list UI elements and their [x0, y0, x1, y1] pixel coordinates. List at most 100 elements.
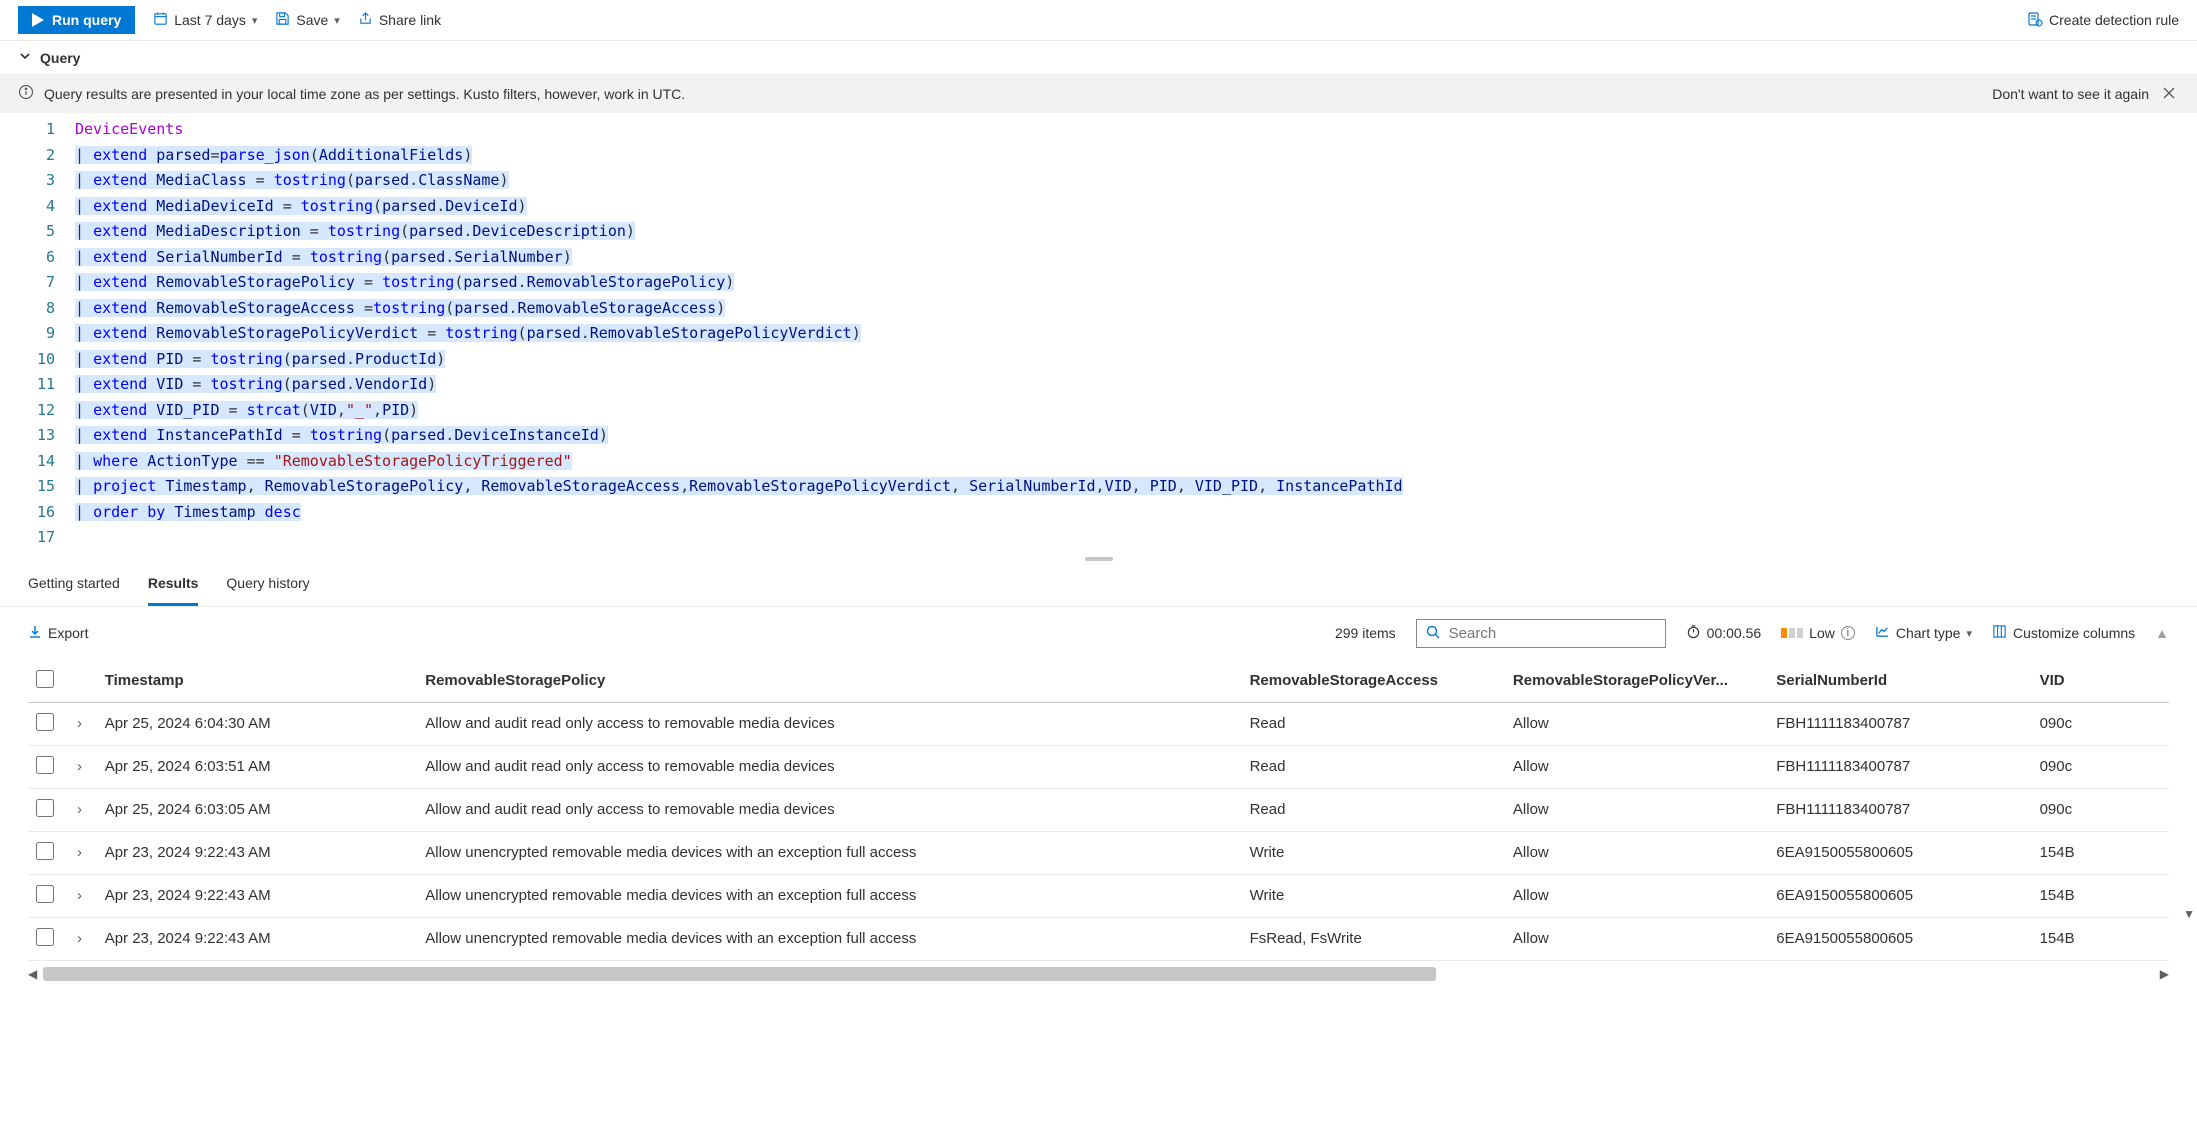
- scroll-left-icon[interactable]: ◀: [28, 967, 37, 981]
- code-content[interactable]: | extend VID = tostring(parsed.VendorId): [75, 372, 436, 398]
- code-content[interactable]: | extend MediaDeviceId = tostring(parsed…: [75, 194, 527, 220]
- cell-timestamp: Apr 23, 2024 9:22:43 AM: [97, 917, 418, 960]
- results-table-wrap: ▼ Timestamp RemovableStoragePolicy Remov…: [0, 660, 2197, 961]
- info-dismiss-link[interactable]: Don't want to see it again: [1992, 86, 2149, 102]
- editor-line[interactable]: 16| order by Timestamp desc: [0, 500, 2197, 526]
- col-serial[interactable]: SerialNumberId: [1768, 660, 2031, 703]
- code-content[interactable]: | extend RemovableStorageAccess =tostrin…: [75, 296, 725, 322]
- select-all-checkbox[interactable]: [36, 670, 54, 688]
- tab-getting-started[interactable]: Getting started: [28, 563, 120, 606]
- run-query-button[interactable]: Run query: [18, 6, 135, 34]
- query-section-header[interactable]: Query: [0, 41, 2197, 74]
- code-content[interactable]: | extend SerialNumberId = tostring(parse…: [75, 245, 572, 271]
- code-content[interactable]: | extend parsed=parse_json(AdditionalFie…: [75, 143, 472, 169]
- editor-line[interactable]: 12| extend VID_PID = strcat(VID,"_",PID): [0, 398, 2197, 424]
- line-number: 13: [0, 423, 75, 449]
- editor-line[interactable]: 9| extend RemovableStoragePolicyVerdict …: [0, 321, 2197, 347]
- expand-row-icon[interactable]: ›: [62, 788, 96, 831]
- share-link-label: Share link: [379, 12, 441, 28]
- severity-bars-icon: [1781, 628, 1803, 638]
- editor-line[interactable]: 15| project Timestamp, RemovableStorageP…: [0, 474, 2197, 500]
- table-row[interactable]: ›Apr 25, 2024 6:03:51 AMAllow and audit …: [28, 745, 2169, 788]
- col-verdict[interactable]: RemovableStoragePolicyVer...: [1505, 660, 1768, 703]
- cell-verdict: Allow: [1505, 917, 1768, 960]
- chart-type-picker[interactable]: Chart type ▾: [1875, 624, 1972, 642]
- scroll-down-triangle[interactable]: ▼: [2183, 907, 2195, 921]
- table-row[interactable]: ›Apr 23, 2024 9:22:43 AMAllow unencrypte…: [28, 874, 2169, 917]
- share-link-button[interactable]: Share link: [358, 11, 441, 29]
- code-content[interactable]: | order by Timestamp desc: [75, 500, 301, 526]
- time-range-picker[interactable]: Last 7 days ▾: [153, 11, 257, 29]
- editor-line[interactable]: 7| extend RemovableStoragePolicy = tostr…: [0, 270, 2197, 296]
- col-timestamp[interactable]: Timestamp: [97, 660, 418, 703]
- expand-row-icon[interactable]: ›: [62, 917, 96, 960]
- table-row[interactable]: ›Apr 23, 2024 9:22:43 AMAllow unencrypte…: [28, 917, 2169, 960]
- scroll-up-triangle[interactable]: ▲: [2155, 625, 2169, 641]
- query-elapsed: 00:00.56: [1686, 624, 1762, 642]
- line-number: 15: [0, 474, 75, 500]
- code-content[interactable]: | extend InstancePathId = tostring(parse…: [75, 423, 608, 449]
- line-number: 14: [0, 449, 75, 475]
- search-input[interactable]: [1449, 625, 1657, 642]
- search-input-wrapper[interactable]: [1416, 619, 1666, 648]
- code-content[interactable]: | where ActionType == "RemovableStorageP…: [75, 449, 572, 475]
- table-row[interactable]: ›Apr 23, 2024 9:22:43 AMAllow unencrypte…: [28, 831, 2169, 874]
- code-content[interactable]: | extend MediaClass = tostring(parsed.Cl…: [75, 168, 509, 194]
- code-content[interactable]: | extend RemovableStoragePolicyVerdict =…: [75, 321, 861, 347]
- expand-row-icon[interactable]: ›: [62, 874, 96, 917]
- col-access[interactable]: RemovableStorageAccess: [1242, 660, 1505, 703]
- cell-vid: 154B: [2032, 831, 2169, 874]
- splitter-handle[interactable]: [0, 555, 2197, 563]
- cell-verdict: Allow: [1505, 874, 1768, 917]
- row-checkbox[interactable]: [36, 928, 54, 946]
- row-checkbox[interactable]: [36, 799, 54, 817]
- editor-line[interactable]: 4| extend MediaDeviceId = tostring(parse…: [0, 194, 2197, 220]
- horizontal-scrollbar[interactable]: ◀ ▶: [0, 961, 2197, 991]
- save-button[interactable]: Save ▾: [275, 11, 339, 29]
- expand-row-icon[interactable]: ›: [62, 745, 96, 788]
- table-row[interactable]: ›Apr 25, 2024 6:04:30 AMAllow and audit …: [28, 702, 2169, 745]
- share-icon: [358, 11, 373, 29]
- editor-line[interactable]: 2| extend parsed=parse_json(AdditionalFi…: [0, 143, 2197, 169]
- customize-columns-button[interactable]: Customize columns: [1992, 624, 2135, 642]
- line-number: 9: [0, 321, 75, 347]
- editor-line[interactable]: 13| extend InstancePathId = tostring(par…: [0, 423, 2197, 449]
- code-content[interactable]: | extend VID_PID = strcat(VID,"_",PID): [75, 398, 418, 424]
- editor-line[interactable]: 5| extend MediaDescription = tostring(pa…: [0, 219, 2197, 245]
- col-vid[interactable]: VID: [2032, 660, 2169, 703]
- editor-line[interactable]: 11| extend VID = tostring(parsed.VendorI…: [0, 372, 2197, 398]
- row-checkbox[interactable]: [36, 842, 54, 860]
- editor-line[interactable]: 10| extend PID = tostring(parsed.Product…: [0, 347, 2197, 373]
- code-content[interactable]: | extend MediaDescription = tostring(par…: [75, 219, 635, 245]
- row-checkbox[interactable]: [36, 756, 54, 774]
- expand-row-icon[interactable]: ›: [62, 831, 96, 874]
- chevron-down-icon: ▾: [252, 14, 258, 27]
- code-content[interactable]: | extend RemovableStoragePolicy = tostri…: [75, 270, 734, 296]
- close-icon[interactable]: [2159, 86, 2179, 102]
- editor-line[interactable]: 14| where ActionType == "RemovableStorag…: [0, 449, 2197, 475]
- tab-results[interactable]: Results: [148, 563, 199, 606]
- editor-line[interactable]: 6| extend SerialNumberId = tostring(pars…: [0, 245, 2197, 271]
- export-button[interactable]: Export: [28, 625, 88, 642]
- expand-row-icon[interactable]: ›: [62, 702, 96, 745]
- row-checkbox[interactable]: [36, 885, 54, 903]
- query-editor[interactable]: 1DeviceEvents2| extend parsed=parse_json…: [0, 113, 2197, 555]
- table-row[interactable]: ›Apr 25, 2024 6:03:05 AMAllow and audit …: [28, 788, 2169, 831]
- editor-line[interactable]: 3| extend MediaClass = tostring(parsed.C…: [0, 168, 2197, 194]
- editor-line[interactable]: 17: [0, 525, 2197, 551]
- line-number: 16: [0, 500, 75, 526]
- create-detection-rule-button[interactable]: Create detection rule: [2027, 11, 2179, 30]
- editor-line[interactable]: 1DeviceEvents: [0, 117, 2197, 143]
- code-content[interactable]: | extend PID = tostring(parsed.ProductId…: [75, 347, 445, 373]
- code-content[interactable]: | project Timestamp, RemovableStoragePol…: [75, 474, 1403, 500]
- scroll-right-icon[interactable]: ▶: [2160, 967, 2169, 981]
- row-checkbox[interactable]: [36, 713, 54, 731]
- chart-icon: [1875, 624, 1890, 642]
- tab-query-history[interactable]: Query history: [226, 563, 309, 606]
- editor-line[interactable]: 8| extend RemovableStorageAccess =tostri…: [0, 296, 2197, 322]
- info-icon[interactable]: i: [1841, 626, 1855, 640]
- cell-policy: Allow and audit read only access to remo…: [417, 702, 1241, 745]
- col-policy[interactable]: RemovableStoragePolicy: [417, 660, 1241, 703]
- cell-serial: FBH1111183400787: [1768, 788, 2031, 831]
- code-content[interactable]: DeviceEvents: [75, 117, 183, 143]
